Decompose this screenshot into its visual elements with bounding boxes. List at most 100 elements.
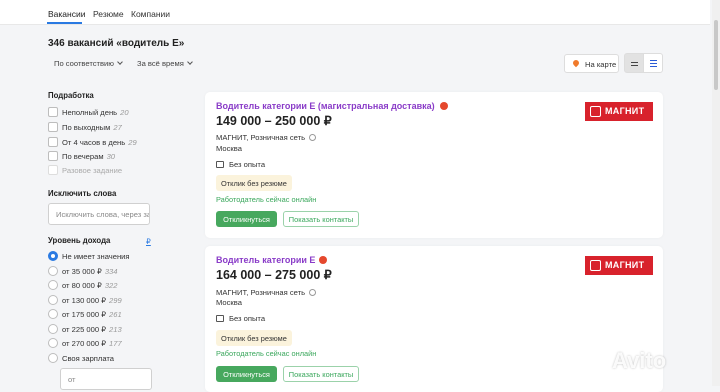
radio[interactable]	[48, 309, 58, 319]
tab-vacancies[interactable]: Вакансии	[48, 9, 85, 19]
experience-row: Без опыта	[216, 160, 265, 169]
radio[interactable]	[48, 266, 58, 276]
employer-online-status: Работодатель сейчас онлайн	[216, 195, 317, 204]
logo-text: МАГНИТ	[605, 260, 645, 270]
checkbox[interactable]	[48, 151, 58, 161]
page-title: 346 вакансий «водитель Е»	[48, 38, 185, 49]
checkbox[interactable]	[48, 107, 58, 117]
apply-button[interactable]: Откликнуться	[216, 211, 277, 227]
apply-button[interactable]: Откликнуться	[216, 366, 277, 382]
magnit-logo-icon	[590, 106, 601, 117]
period-label: За всё время	[137, 59, 184, 68]
radio-selected[interactable]	[48, 251, 58, 261]
chevron-down-icon	[186, 59, 193, 65]
no-resume-badge: Отклик без резюме	[216, 330, 292, 346]
vacancy-salary: 164 000 – 275 000 ₽	[216, 268, 332, 282]
list-icon-line	[631, 65, 638, 67]
tab-resumes[interactable]: Резюме	[93, 9, 124, 19]
income-count: 334	[104, 267, 118, 276]
radio[interactable]	[48, 338, 58, 348]
avito-watermark: Avito	[612, 348, 667, 373]
vacancy-title-link[interactable]: Водитель категории Е	[216, 255, 315, 265]
filter-label: По выходным	[62, 123, 111, 132]
vacancy-salary: 149 000 – 250 000 ₽	[216, 114, 332, 128]
company-name-row: МАГНИТ, Розничная сеть	[216, 288, 317, 297]
list-icon	[631, 62, 638, 64]
company-logo[interactable]: МАГНИТ	[585, 102, 653, 121]
checkbox[interactable]	[48, 165, 58, 175]
grid-list-icon-line	[650, 66, 657, 68]
briefcase-icon	[216, 315, 224, 322]
show-contacts-button[interactable]: Показать контакты	[283, 366, 359, 382]
verified-icon	[309, 134, 317, 141]
tab-companies[interactable]: Компании	[131, 9, 170, 19]
scrollbar-thumb[interactable]	[714, 20, 718, 90]
income-heading: Уровень дохода	[48, 236, 111, 245]
vacancy-city: Москва	[216, 298, 242, 307]
period-dropdown[interactable]: За всё время	[137, 59, 193, 68]
radio[interactable]	[48, 324, 58, 334]
list-view-button[interactable]	[624, 53, 644, 73]
company-name-link[interactable]: МАГНИТ, Розничная сеть	[216, 133, 305, 142]
filter-label: От 4 часов в день	[62, 138, 126, 147]
vacancy-card[interactable]: Водитель категории Е 164 000 – 275 000 ₽…	[205, 246, 663, 392]
show-contacts-button[interactable]: Показать контакты	[283, 211, 359, 227]
vacancy-card[interactable]: Водитель категории Е (магистральная дост…	[205, 92, 663, 238]
company-name-link[interactable]: МАГНИТ, Розничная сеть	[216, 288, 305, 297]
company-logo[interactable]: МАГНИТ	[585, 256, 653, 275]
top-navigation: Вакансии Резюме Компании	[0, 0, 710, 25]
magnit-logo-icon	[590, 260, 601, 271]
income-label: Своя зарплата	[62, 354, 115, 363]
employer-online-status: Работодатель сейчас онлайн	[216, 349, 317, 358]
income-count: 261	[109, 310, 122, 319]
logo-text: МАГНИТ	[605, 106, 645, 116]
page-scrollbar[interactable]	[712, 0, 720, 386]
income-count: 322	[104, 281, 118, 290]
grid-list-icon	[650, 60, 657, 62]
experience-text: Без опыта	[229, 314, 266, 323]
radio[interactable]	[48, 295, 58, 305]
grid-list-icon-line	[650, 63, 657, 65]
sort-order-label: По соответствию	[54, 59, 114, 68]
active-tab-indicator	[47, 22, 82, 24]
income-label: от 130 000 ₽	[62, 296, 107, 305]
vacancy-title-link[interactable]: Водитель категории Е (магистральная дост…	[216, 101, 435, 111]
experience-row: Без опыта	[216, 314, 265, 323]
filter-count: 30	[106, 152, 116, 161]
income-count: 213	[109, 325, 122, 334]
detailed-view-button[interactable]	[643, 53, 663, 73]
map-button[interactable]: На карте	[564, 54, 619, 73]
filter-label: Неполный день	[62, 108, 118, 117]
radio[interactable]	[48, 353, 58, 363]
currency-toggle[interactable]: ₽	[146, 237, 151, 246]
map-pin-icon	[571, 58, 581, 68]
radio[interactable]	[48, 280, 58, 290]
filter-count: 20	[120, 108, 129, 117]
sort-order-dropdown[interactable]: По соответствию	[54, 59, 123, 68]
salary-from-input[interactable]: от	[60, 368, 152, 390]
checkbox[interactable]	[48, 137, 58, 147]
income-label: от 80 000 ₽	[62, 281, 102, 290]
filter-label: По вечерам	[62, 152, 104, 161]
income-label: от 225 000 ₽	[62, 325, 107, 334]
income-count: 177	[109, 339, 122, 348]
no-resume-badge: Отклик без резюме	[216, 175, 292, 191]
exclude-heading: Исключить слова	[48, 189, 117, 198]
fire-icon	[440, 102, 448, 110]
verified-icon	[309, 289, 317, 296]
briefcase-icon	[216, 161, 224, 168]
parttime-heading: Подработка	[48, 91, 94, 100]
exclude-words-input[interactable]: Исключить слова, через за	[48, 203, 150, 225]
income-label: Не имеет значения	[62, 252, 130, 261]
filter-count: 27	[113, 123, 122, 132]
income-label: от 175 000 ₽	[62, 310, 107, 319]
checkbox[interactable]	[48, 122, 58, 132]
company-name-row: МАГНИТ, Розничная сеть	[216, 133, 317, 142]
vacancy-city: Москва	[216, 144, 242, 153]
income-label: от 270 000 ₽	[62, 339, 107, 348]
income-label: от 35 000 ₽	[62, 267, 102, 276]
filter-label: Разовое задание	[62, 166, 123, 175]
map-button-label: На карте	[585, 60, 617, 69]
fire-icon	[319, 256, 327, 264]
chevron-down-icon	[117, 59, 123, 65]
